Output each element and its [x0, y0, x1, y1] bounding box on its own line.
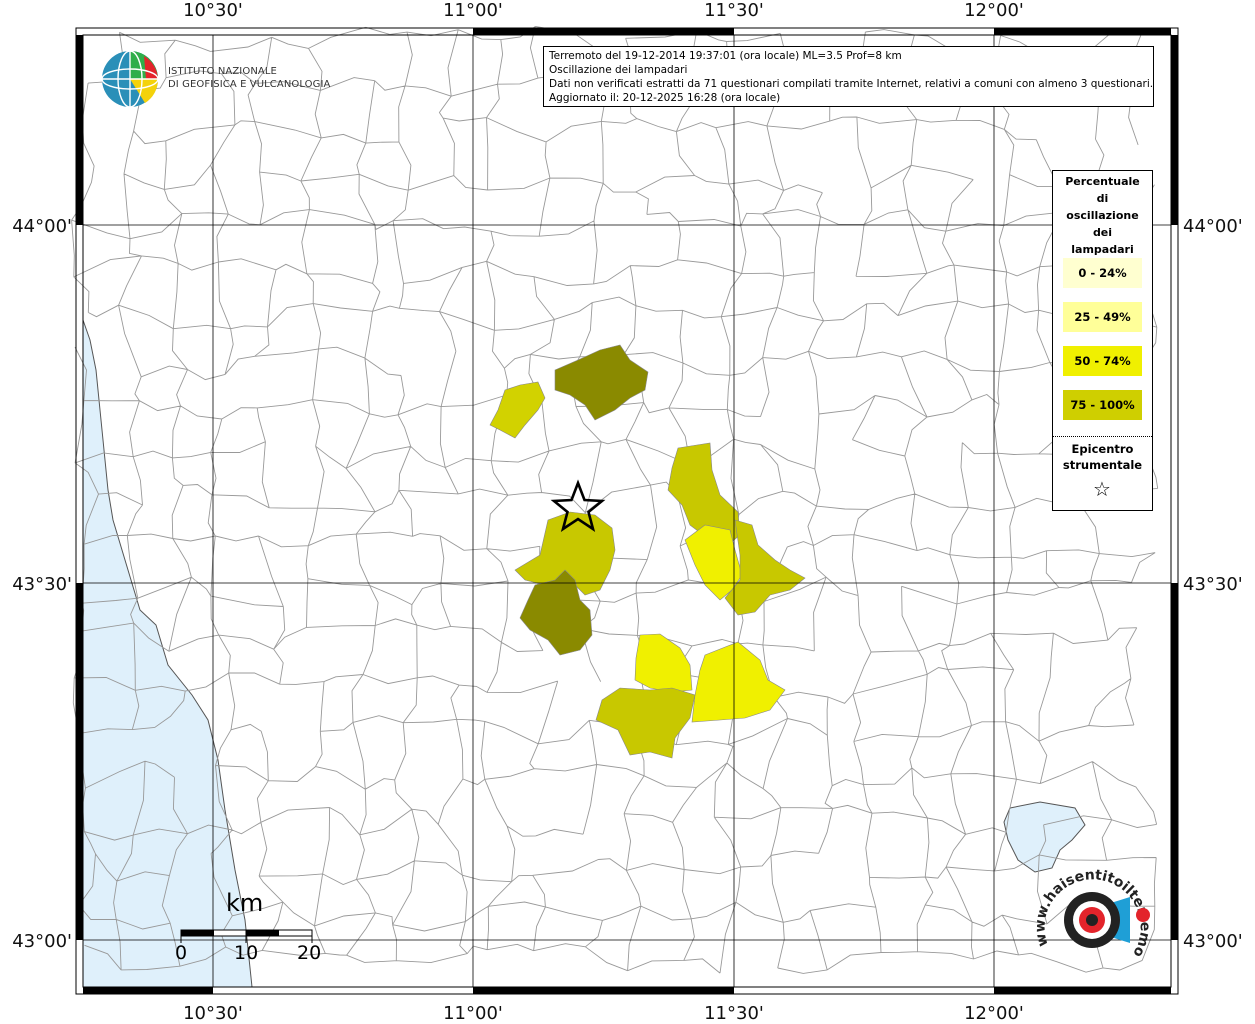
scale-graphic [180, 929, 313, 943]
haisentito-logo: www.haisentitoilterremoto.it [1025, 843, 1160, 975]
map-subject: Oscillazione dei lampadari [549, 64, 688, 76]
legend-star-icon: ☆ [1093, 477, 1111, 501]
lon-tick-bottom-3: 12°00' [964, 1003, 1024, 1024]
scale-label-0: 0 [175, 942, 188, 964]
lat-tick-right-2: 43°00' [1183, 931, 1243, 952]
legend-class-75-100: 75 - 100% [1063, 390, 1142, 420]
lon-tick-bottom-2: 11°30' [704, 1003, 764, 1024]
legend-title-line: lampadari [1071, 243, 1134, 256]
ingv-line1: ISTITUTO NAZIONALE [168, 66, 277, 77]
scale-bar: km 0 10 20 [170, 885, 350, 975]
legend-epicenter-line1: Epicentro [1071, 442, 1134, 456]
haisentito-emblem-icon: www.haisentitoilterremoto.it [1025, 843, 1153, 960]
data-note: Dati non verificati estratti da 71 quest… [549, 78, 1154, 90]
scale-unit: km [226, 889, 264, 917]
legend-title-line: di [1096, 192, 1109, 205]
lon-tick-bottom-1: 11°00' [443, 1003, 503, 1024]
lon-tick-bottom-0: 10°30' [183, 1003, 243, 1024]
legend-epicenter: Epicentro strumentale [1053, 441, 1152, 473]
legend-title-line: Percentuale [1065, 175, 1140, 188]
lat-tick-left-2: 43°00' [12, 931, 72, 952]
event-title: Terremoto del 19-12-2014 19:37:01 (ora l… [549, 50, 902, 62]
legend-title: Percentuale di oscillazione dei lampadar… [1053, 173, 1152, 258]
lon-tick-top-2: 11°30' [704, 0, 764, 21]
ingv-logo: ISTITUTO NAZIONALE DI GEOFISICA E VULCAN… [100, 48, 330, 108]
lon-tick-top-3: 12°00' [964, 0, 1024, 21]
ingv-line2: DI GEOFISICA E VULCANOLOGIA [168, 79, 331, 90]
lat-tick-left-0: 44°00' [12, 216, 72, 237]
legend-class-0-24: 0 - 24% [1063, 258, 1142, 288]
update-time: Aggiornato il: 20-12-2025 16:28 (ora loc… [549, 92, 781, 104]
legend-separator [1053, 436, 1152, 437]
lon-tick-top-0: 10°30' [183, 0, 243, 21]
lat-tick-left-1: 43°30' [12, 574, 72, 595]
lat-tick-right-0: 44°00' [1183, 216, 1243, 237]
legend-title-line: oscillazione [1066, 209, 1139, 222]
legend-title-line: dei [1092, 226, 1113, 239]
legend: Percentuale di oscillazione dei lampadar… [1052, 170, 1153, 511]
scale-label-20: 20 [297, 942, 322, 964]
event-info-box: Terremoto del 19-12-2014 19:37:01 (ora l… [543, 46, 1154, 107]
legend-class-25-49: 25 - 49% [1063, 302, 1142, 332]
lat-tick-right-1: 43°30' [1183, 574, 1243, 595]
legend-epicenter-line2: strumentale [1062, 458, 1143, 472]
scale-label-10: 10 [234, 942, 259, 964]
legend-class-50-74: 50 - 74% [1063, 346, 1142, 376]
lon-tick-top-1: 11°00' [443, 0, 503, 21]
globe-icon [101, 50, 159, 108]
